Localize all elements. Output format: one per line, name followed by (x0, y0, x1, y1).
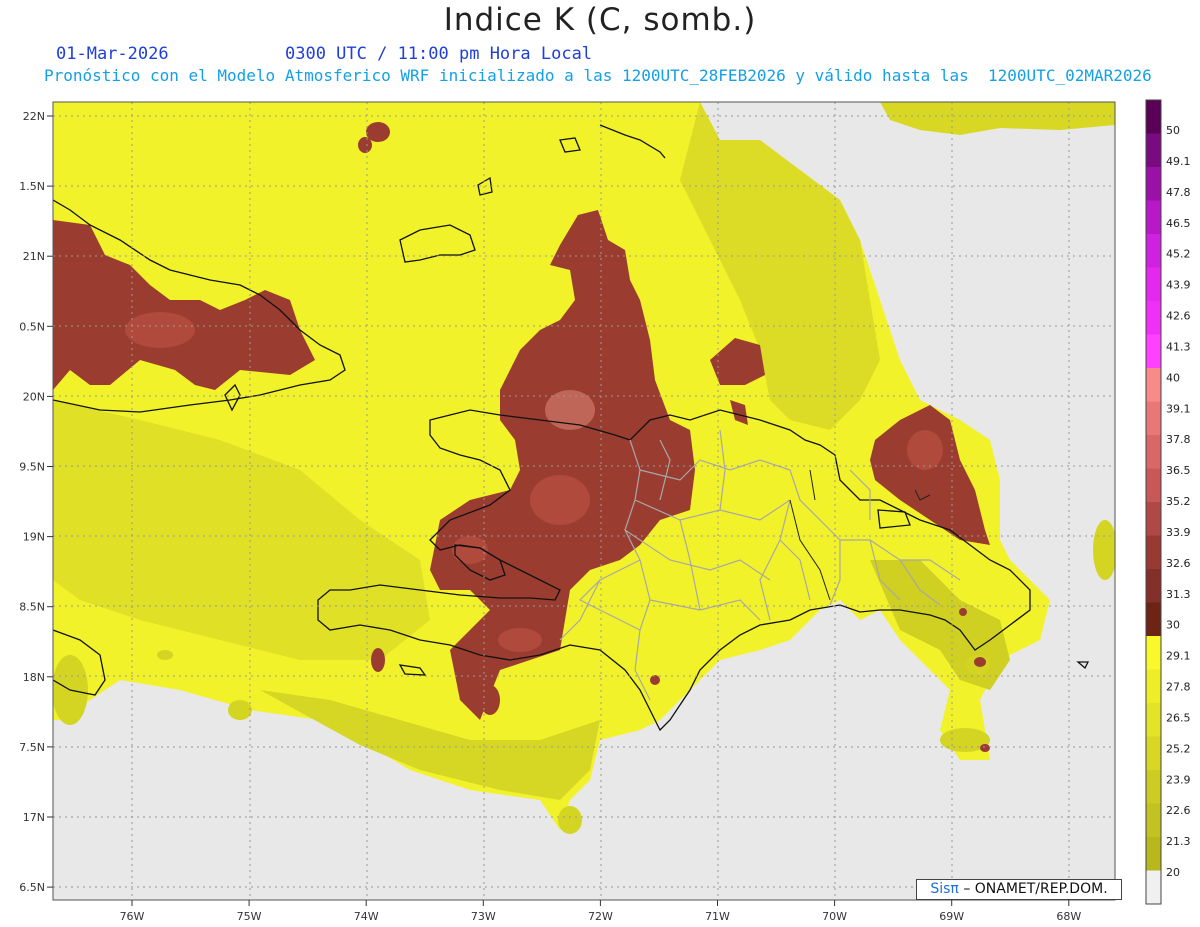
colorbar-label: 50 (1166, 124, 1180, 137)
colorbar-label: 33.9 (1166, 526, 1191, 539)
credit-text: – ONAMET/REP.DOM. (963, 881, 1108, 897)
colorbar-swatch (1146, 301, 1161, 335)
k-index-map: 22N 1.5N 21N 0.5N 20N 9.5N 19N 8.5N 18N 7.5N 17N 6.… (19, 99, 1191, 923)
lat-label: 8.5N (19, 601, 45, 614)
colorbar-swatch (1146, 535, 1161, 570)
colorbar-swatch (1146, 736, 1161, 771)
colorbar-label: 30 (1166, 619, 1180, 632)
colorbar-swatch (1146, 569, 1161, 603)
colorbar-label: 39.1 (1166, 402, 1191, 415)
colorbar-swatch (1146, 133, 1161, 168)
colorbar-swatch (1146, 234, 1161, 268)
lat-label: 17N (23, 811, 45, 824)
colorbar-swatch (1146, 636, 1161, 670)
colorbar-label: 49.1 (1166, 155, 1191, 168)
colorbar-swatch (1146, 602, 1161, 637)
forecast-time: 0300 UTC / 11:00 pm Hora Local (285, 44, 593, 64)
lat-label: 9.5N (19, 461, 45, 474)
colorbar-swatch (1146, 837, 1161, 871)
colorbar-label: 41.3 (1166, 340, 1191, 353)
colorbar: 50 49.1 47.8 46.5 45.2 43.9 42.6 41.3 40 39.1 37.8… (1145, 99, 1191, 905)
k-index-high-ne-core (907, 430, 943, 470)
lon-label: 76W (120, 910, 145, 923)
colorbar-swatch (1146, 803, 1161, 838)
lat-label: 1.5N (19, 180, 45, 193)
colorbar-label: 25.2 (1166, 742, 1191, 755)
forecast-description: Pronóstico con el Modelo Atmosferico WRF… (44, 66, 1152, 85)
lat-label: 22N (23, 110, 45, 123)
colorbar-label: 42.6 (1166, 310, 1191, 323)
colorbar-label: 40 (1166, 371, 1180, 384)
colorbar-label: 36.5 (1166, 464, 1191, 477)
credit-brand: Sisπ (930, 881, 959, 897)
colorbar-label: 46.5 (1166, 217, 1191, 230)
k-index-high-core-4 (498, 628, 542, 652)
lon-label: 73W (471, 910, 496, 923)
colorbar-label: 23.9 (1166, 773, 1191, 786)
colorbar-swatch (1146, 502, 1161, 536)
lon-label: 68W (1056, 910, 1081, 923)
colorbar-label: 20 (1166, 866, 1180, 879)
colorbar-swatch (1146, 167, 1161, 201)
lat-label: 19N (23, 531, 45, 544)
colorbar-swatch (1146, 267, 1161, 302)
map-title: Indice K (C, somb.) (443, 2, 757, 38)
colorbar-label: 32.6 (1166, 557, 1191, 570)
colorbar-label: 37.8 (1166, 433, 1191, 446)
colorbar-label: 27.8 (1166, 681, 1191, 694)
forecast-date: 01-Mar-2026 (56, 44, 169, 64)
colorbar-swatch (1146, 200, 1161, 235)
colorbar-label: 47.8 (1166, 186, 1191, 199)
colorbar-swatch (1146, 669, 1161, 704)
colorbar-swatch (1146, 334, 1161, 369)
longitude-labels: 76W 75W 74W 73W 72W 71W 70W 69W 68W (120, 900, 1081, 923)
lat-label: 0.5N (19, 320, 45, 333)
colorbar-label: 43.9 (1166, 279, 1191, 292)
lat-label: 7.5N (19, 741, 45, 754)
colorbar-label: 29.1 (1166, 650, 1191, 663)
colorbar-swatch (1146, 368, 1161, 402)
colorbar-label: 21.3 (1166, 835, 1191, 848)
colorbar-label: 45.2 (1166, 248, 1191, 261)
colorbar-swatch (1146, 435, 1161, 469)
colorbar-label: 35.2 (1166, 495, 1191, 508)
lon-label: 75W (237, 910, 262, 923)
colorbar-label: 22.6 (1166, 804, 1191, 817)
lon-label: 70W (822, 910, 847, 923)
lon-label: 71W (705, 910, 730, 923)
lon-label: 69W (939, 910, 964, 923)
colorbar-swatch (1146, 401, 1161, 436)
k-index-high-core-2 (530, 475, 590, 525)
lat-label: 20N (23, 390, 45, 403)
lon-label: 72W (588, 910, 613, 923)
colorbar-label: 26.5 (1166, 711, 1191, 724)
colorbar-swatch (1146, 870, 1161, 905)
lon-label: 74W (354, 910, 379, 923)
k-index-high-cuba-core (125, 312, 195, 348)
lat-label: 21N (23, 250, 45, 263)
credit-box: Sisπ – ONAMET/REP.DOM. (916, 879, 1122, 900)
lat-label: 6.5N (19, 881, 45, 894)
colorbar-swatch (1146, 703, 1161, 737)
colorbar-swatch (1146, 770, 1161, 804)
lat-label: 18N (23, 671, 45, 684)
colorbar-swatch (1146, 468, 1161, 503)
colorbar-swatch (1146, 100, 1161, 134)
latitude-labels: 22N 1.5N 21N 0.5N 20N 9.5N 19N 8.5N 18N 7.5N 17N 6.… (19, 110, 53, 894)
colorbar-label: 31.3 (1166, 588, 1191, 601)
